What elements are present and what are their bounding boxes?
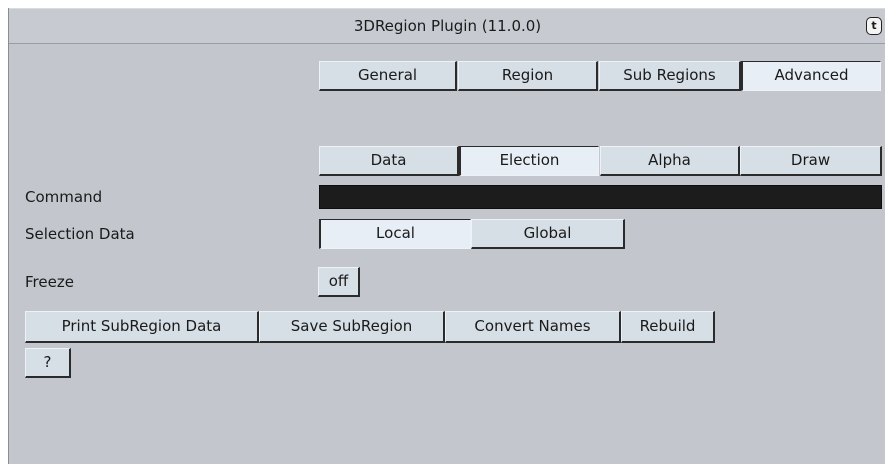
- print-subregion-data-button[interactable]: Print SubRegion Data: [25, 311, 259, 343]
- selection-global-button[interactable]: Global: [471, 219, 625, 249]
- tab-region[interactable]: Region: [458, 61, 598, 91]
- panel-title: 3DRegion Plugin (11.0.0): [353, 17, 542, 35]
- plugin-panel: 3DRegion Plugin (11.0.0) t General Regio…: [8, 8, 885, 464]
- save-subregion-button[interactable]: Save SubRegion: [259, 311, 445, 343]
- subtab-alpha[interactable]: Alpha: [600, 146, 740, 176]
- tab-general[interactable]: General: [319, 61, 457, 91]
- help-button[interactable]: ?: [25, 348, 71, 378]
- subtab-draw[interactable]: Draw: [740, 146, 882, 176]
- subtab-data[interactable]: Data: [319, 146, 459, 176]
- selection-data-label: Selection Data: [25, 225, 135, 243]
- selection-local-button[interactable]: Local: [319, 219, 471, 249]
- title-bar: 3DRegion Plugin (11.0.0) t: [9, 8, 885, 44]
- command-input[interactable]: [319, 185, 882, 209]
- command-label: Command: [25, 188, 103, 206]
- rebuild-button[interactable]: Rebuild: [621, 311, 715, 343]
- freeze-label: Freeze: [25, 273, 74, 291]
- tab-sub-regions[interactable]: Sub Regions: [599, 61, 741, 91]
- subtab-election[interactable]: Election: [459, 146, 599, 176]
- freeze-toggle[interactable]: off: [318, 267, 360, 297]
- script-tag-icon[interactable]: t: [866, 17, 882, 35]
- tab-advanced[interactable]: Advanced: [741, 61, 881, 91]
- convert-names-button[interactable]: Convert Names: [445, 311, 621, 343]
